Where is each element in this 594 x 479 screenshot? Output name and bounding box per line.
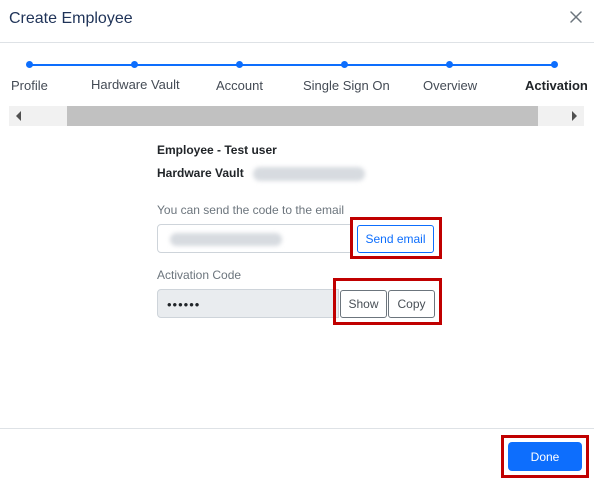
step-account[interactable]: Account bbox=[216, 78, 263, 93]
step-dot-activation bbox=[551, 61, 558, 68]
caret-right-icon bbox=[572, 111, 577, 121]
show-code-button[interactable]: Show bbox=[340, 290, 387, 318]
step-single-sign-on[interactable]: Single Sign On bbox=[303, 78, 390, 93]
hardware-vault-label: Hardware Vault bbox=[157, 166, 244, 180]
dialog-header: Create Employee bbox=[0, 0, 594, 43]
activation-code-field[interactable]: •••••• bbox=[157, 289, 339, 318]
scroll-left-arrow[interactable] bbox=[9, 106, 29, 126]
step-hardware-vault[interactable]: Hardware Vault bbox=[91, 77, 180, 92]
close-icon[interactable] bbox=[568, 9, 584, 25]
step-dot-overview bbox=[446, 61, 453, 68]
step-connector bbox=[239, 64, 344, 66]
step-activation[interactable]: Activation bbox=[525, 78, 588, 93]
step-profile[interactable]: Profile bbox=[11, 78, 48, 93]
step-overview[interactable]: Overview bbox=[423, 78, 477, 93]
activation-code-label: Activation Code bbox=[157, 268, 242, 282]
step-dot-hardware-vault bbox=[131, 61, 138, 68]
stepper-scrollbar[interactable] bbox=[9, 106, 584, 126]
done-button[interactable]: Done bbox=[508, 442, 582, 471]
email-value-redacted bbox=[170, 233, 282, 246]
step-connector bbox=[29, 64, 134, 66]
caret-left-icon bbox=[16, 111, 21, 121]
email-hint-label: You can send the code to the email bbox=[157, 203, 345, 217]
footer-divider bbox=[0, 428, 594, 429]
dialog-title: Create Employee bbox=[9, 10, 133, 27]
email-field[interactable] bbox=[157, 224, 353, 253]
scrollbar-thumb[interactable] bbox=[67, 106, 538, 126]
employee-summary: Employee - Test user bbox=[157, 143, 277, 157]
step-connector bbox=[344, 64, 449, 66]
copy-code-button[interactable]: Copy bbox=[388, 290, 435, 318]
hardware-vault-id-redacted bbox=[253, 166, 366, 181]
step-dot-account bbox=[236, 61, 243, 68]
wizard-stepper: Profile Hardware Vault Account Single Si… bbox=[0, 57, 594, 105]
step-dot-profile bbox=[26, 61, 33, 68]
step-connector bbox=[449, 64, 554, 66]
step-dot-single-sign-on bbox=[341, 61, 348, 68]
send-email-button[interactable]: Send email bbox=[357, 225, 434, 253]
scroll-right-arrow[interactable] bbox=[564, 106, 584, 126]
step-connector bbox=[134, 64, 239, 66]
hardware-vault-row: Hardware Vault bbox=[157, 166, 366, 181]
